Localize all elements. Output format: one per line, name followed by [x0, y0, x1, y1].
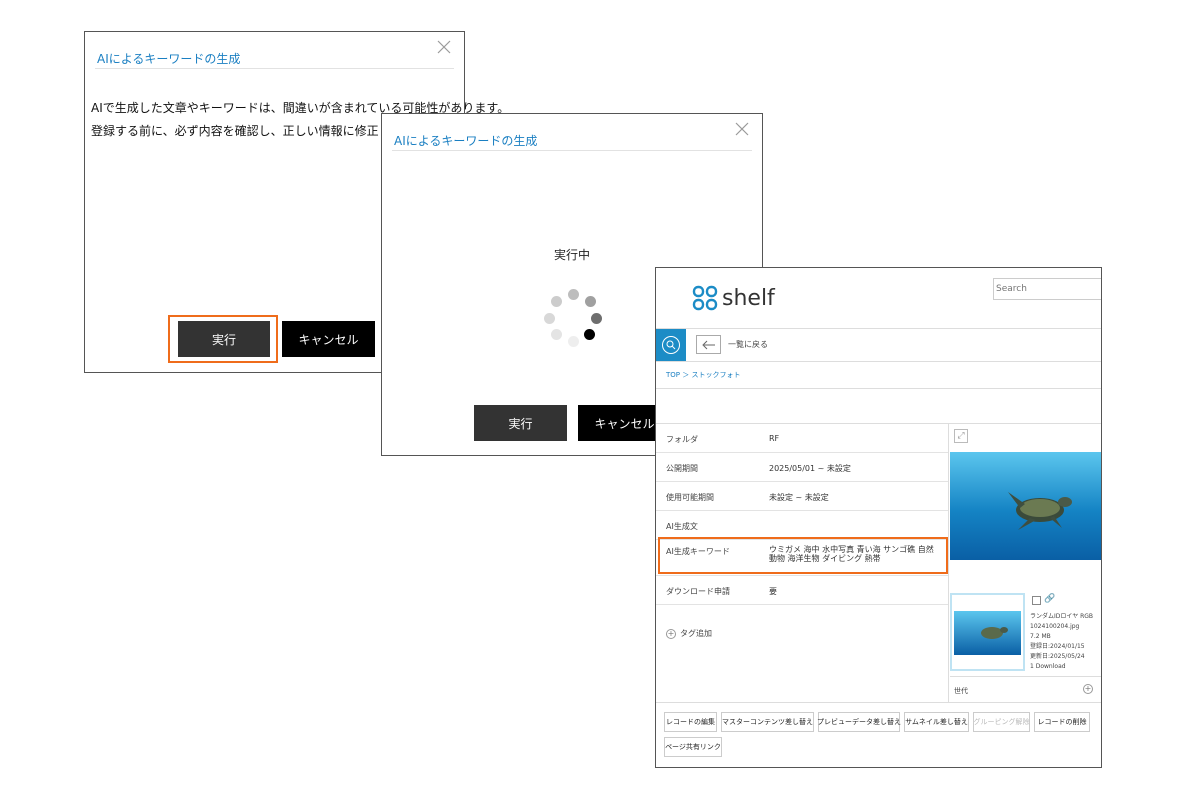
title-divider [392, 150, 752, 151]
breadcrumb-divider [656, 388, 1101, 389]
dialog-title: AIによるキーワードの生成 [97, 52, 241, 66]
thumbnail-card[interactable] [950, 593, 1025, 671]
search-input[interactable] [993, 278, 1101, 300]
replace-thumbnail-button[interactable]: サムネイル差し替え [904, 712, 969, 732]
thumbnail-info: ランダムIDロイヤ RGB 1024100204.jpg 7.2 MB 登録日:… [1030, 612, 1093, 672]
spinner-dot [584, 329, 595, 340]
field-value: 2025/05/01 ~ 未設定 [769, 464, 851, 473]
spinner-dot [585, 296, 596, 307]
add-tag-label: タグ追加 [680, 629, 712, 638]
field-value: 要 [769, 587, 777, 596]
generation-label: 世代 [954, 687, 968, 695]
title-divider [95, 68, 454, 69]
exec-button[interactable]: 実行 [474, 405, 567, 441]
thumb-info-line: ランダムIDロイヤ RGB [1030, 613, 1094, 620]
main-preview-image[interactable] [950, 452, 1102, 560]
spinner-dot [544, 313, 555, 324]
share-link-button[interactable]: ページ共有リンク [664, 737, 722, 757]
thumb-info-line: 登録日:2024/01/15 [1030, 643, 1085, 650]
delete-record-button[interactable]: レコードの削除 [1034, 712, 1090, 732]
shelf-record-panel: shelf 一覧に戻る TOP ＞ ストックフォト フォルダ RF 公開期間 2… [655, 267, 1102, 768]
breadcrumb[interactable]: TOP ＞ ストックフォト [666, 370, 740, 380]
spinner-dot [591, 313, 602, 324]
column-divider [948, 424, 949, 702]
field-label: 公開期間 [666, 464, 698, 473]
generation-row[interactable]: 世代 + [950, 676, 1101, 702]
field-row-download-request: ダウンロード申請 要 [656, 576, 948, 605]
plus-circle-icon: + [666, 628, 676, 639]
logo-text: shelf [722, 285, 775, 311]
spinner-dot [568, 336, 579, 347]
back-arrow-icon[interactable] [696, 335, 721, 354]
cancel-button[interactable]: キャンセル [282, 321, 375, 357]
dialog-title: AIによるキーワードの生成 [394, 134, 538, 148]
thumb-info-line: 1 Download [1030, 663, 1066, 670]
field-label: AI生成文 [666, 522, 698, 531]
search-icon [662, 336, 680, 354]
actions-divider [656, 702, 1101, 703]
shelf-logo-icon [692, 285, 718, 311]
edit-record-button[interactable]: レコードの編集 [664, 712, 717, 732]
running-status: 実行中 [553, 248, 590, 262]
spinner-dot [568, 289, 579, 300]
link-icon[interactable]: 🔗 [1044, 594, 1055, 604]
search-toggle-button[interactable] [656, 329, 686, 361]
expand-icon[interactable]: ⤢ [954, 429, 968, 443]
loading-spinner-icon [542, 287, 606, 351]
field-row-publish-period: 公開期間 2025/05/01 ~ 未設定 [656, 453, 948, 482]
add-tag-button[interactable]: + タグ追加 [666, 628, 712, 639]
toolbar-divider [656, 361, 1101, 362]
field-row-usage-period: 使用可能期間 未設定 ~ 未設定 [656, 482, 948, 511]
back-to-list-link[interactable]: 一覧に戻る [728, 339, 768, 350]
field-label: フォルダ [666, 435, 698, 444]
spinner-dot [551, 296, 562, 307]
field-value: RF [769, 434, 780, 443]
replace-preview-button[interactable]: プレビューデータ差し替え [817, 712, 901, 732]
select-checkbox[interactable] [1032, 596, 1041, 605]
field-row-folder: フォルダ RF [656, 424, 948, 453]
field-value: 未設定 ~ 未設定 [769, 493, 829, 502]
plus-circle-icon[interactable]: + [1083, 684, 1093, 694]
thumb-info-line: 7.2 MB [1030, 633, 1051, 640]
replace-master-button[interactable]: マスターコンテンツ差し替え [721, 712, 814, 732]
close-icon[interactable] [436, 40, 452, 58]
close-icon[interactable] [734, 122, 750, 140]
field-label: 使用可能期間 [666, 493, 714, 502]
exec-button[interactable]: 実行 [178, 321, 270, 357]
field-label: ダウンロード申請 [666, 587, 730, 596]
thumbnail-image[interactable] [954, 597, 1021, 667]
ungroup-button[interactable]: グルーピング解除 [973, 712, 1030, 732]
spinner-dot [551, 329, 562, 340]
thumb-info-line: 1024100204.jpg [1030, 623, 1080, 630]
keywords-highlight-frame [658, 537, 948, 574]
shelf-logo[interactable]: shelf [692, 285, 775, 311]
thumb-info-line: 更新日:2025/05/24 [1030, 653, 1085, 660]
header-divider [656, 328, 1101, 329]
